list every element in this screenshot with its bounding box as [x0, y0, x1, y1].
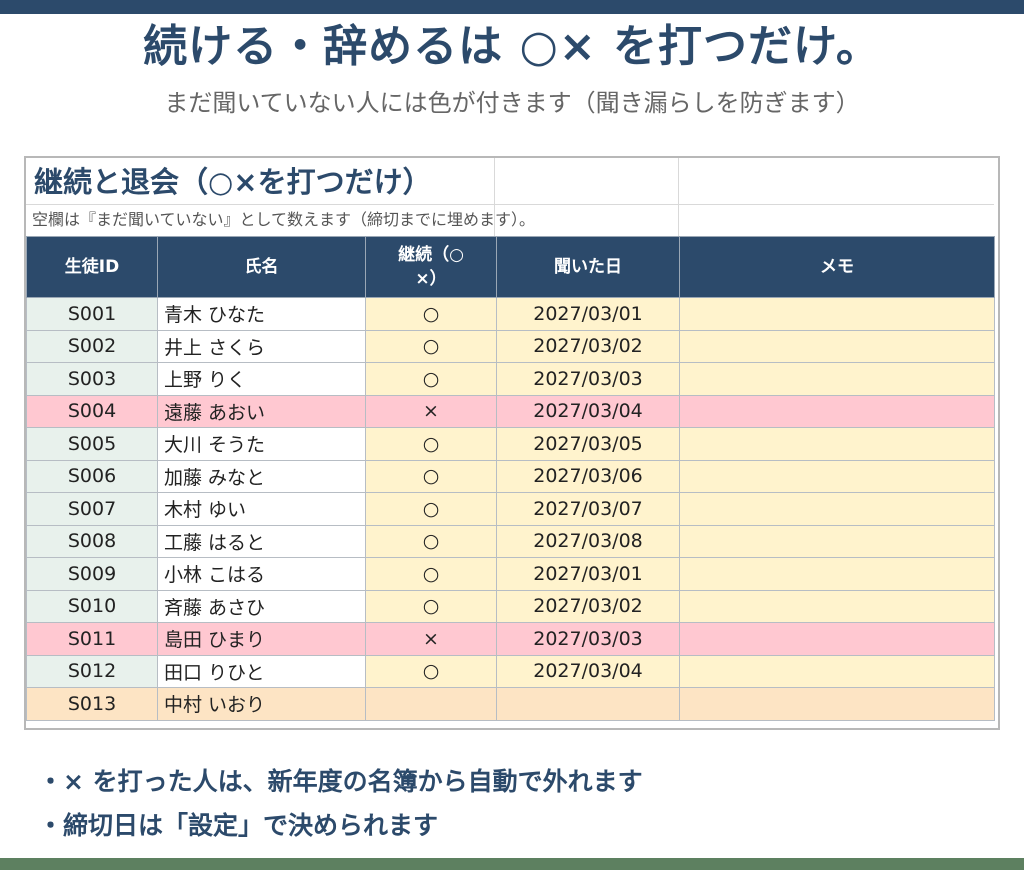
- student-id-cell[interactable]: S007: [26, 492, 158, 526]
- continue-mark-cell[interactable]: ○: [365, 557, 497, 591]
- continue-mark-cell[interactable]: ○: [365, 654, 497, 688]
- memo-cell[interactable]: [679, 622, 995, 656]
- heard-date-cell[interactable]: 2027/03/03: [496, 362, 680, 396]
- table-row: S010 斉藤 あさひ ○ 2027/03/02: [26, 589, 995, 623]
- heard-date-cell[interactable]: [496, 687, 680, 721]
- memo-cell[interactable]: [679, 362, 995, 396]
- student-id-cell[interactable]: S012: [26, 654, 158, 688]
- student-id-cell[interactable]: S011: [26, 622, 158, 656]
- name-cell[interactable]: 小林 こはる: [157, 557, 366, 591]
- name-cell[interactable]: 遠藤 あおい: [157, 394, 366, 428]
- name-cell[interactable]: 島田 ひまり: [157, 622, 366, 656]
- heard-date-cell[interactable]: 2027/03/01: [496, 297, 680, 331]
- heard-date-cell[interactable]: 2027/03/07: [496, 492, 680, 526]
- header-memo[interactable]: メモ: [679, 236, 995, 298]
- spreadsheet-panel: 継続と退会（○×を打つだけ） 空欄は『まだ聞いていない』として数えます（締切まで…: [24, 156, 1000, 730]
- heard-date-cell[interactable]: 2027/03/05: [496, 427, 680, 461]
- memo-cell[interactable]: [679, 492, 995, 526]
- roster-table: 生徒ID 氏名 継続（○ ×） 聞いた日 メモ S001 青木 ひなた ○ 20…: [26, 236, 995, 721]
- table-row: S007 木村 ゆい ○ 2027/03/07: [26, 492, 995, 526]
- header-date[interactable]: 聞いた日: [496, 236, 680, 298]
- memo-cell[interactable]: [679, 297, 995, 331]
- heard-date-cell[interactable]: 2027/03/06: [496, 459, 680, 493]
- continue-mark-cell[interactable]: ×: [365, 622, 497, 656]
- bullet-item: ・締切日は「設定」で決められます: [38, 811, 439, 840]
- header-row: 生徒ID 氏名 継続（○ ×） 聞いた日 メモ: [26, 236, 995, 298]
- continue-mark-cell[interactable]: [365, 687, 497, 721]
- heard-date-cell[interactable]: 2027/03/03: [496, 622, 680, 656]
- name-cell[interactable]: 大川 そうた: [157, 427, 366, 461]
- table-row-pending: S013 中村 いおり: [26, 687, 995, 721]
- table-row: S006 加藤 みなと ○ 2027/03/06: [26, 459, 995, 493]
- table-row: S009 小林 こはる ○ 2027/03/01: [26, 557, 995, 591]
- continue-mark-cell[interactable]: ×: [365, 394, 497, 428]
- name-cell[interactable]: 田口 りひと: [157, 654, 366, 688]
- memo-cell[interactable]: [679, 459, 995, 493]
- student-id-cell[interactable]: S001: [26, 297, 158, 331]
- sheet-note[interactable]: 空欄は『まだ聞いていない』として数えます（締切までに埋めます）。: [28, 206, 682, 234]
- header-continue[interactable]: 継続（○ ×）: [365, 236, 497, 298]
- name-cell[interactable]: 加藤 みなと: [157, 459, 366, 493]
- bullet-item: ・× を打った人は、新年度の名簿から自動で外れます: [38, 767, 643, 796]
- memo-cell[interactable]: [679, 557, 995, 591]
- student-id-cell[interactable]: S005: [26, 427, 158, 461]
- header-continue-line2: ×）: [415, 269, 447, 289]
- name-cell[interactable]: 中村 いおり: [157, 687, 366, 721]
- memo-cell[interactable]: [679, 654, 995, 688]
- name-cell[interactable]: 井上 さくら: [157, 329, 366, 363]
- heard-date-cell[interactable]: 2027/03/02: [496, 329, 680, 363]
- header-continue-line1: 継続（○: [398, 245, 464, 265]
- student-id-cell[interactable]: S013: [26, 687, 158, 721]
- name-cell[interactable]: 斉藤 あさひ: [157, 589, 366, 623]
- continue-mark-cell[interactable]: ○: [365, 297, 497, 331]
- student-id-cell[interactable]: S010: [26, 589, 158, 623]
- student-id-cell[interactable]: S004: [26, 394, 158, 428]
- heard-date-cell[interactable]: 2027/03/02: [496, 589, 680, 623]
- continue-mark-cell[interactable]: ○: [365, 329, 497, 363]
- name-cell[interactable]: 上野 りく: [157, 362, 366, 396]
- continue-mark-cell[interactable]: ○: [365, 492, 497, 526]
- bullet-list: ・× を打った人は、新年度の名簿から自動で外れます ・締切日は「設定」で決められ…: [38, 760, 978, 848]
- memo-cell[interactable]: [679, 687, 995, 721]
- student-id-cell[interactable]: S006: [26, 459, 158, 493]
- name-cell[interactable]: 青木 ひなた: [157, 297, 366, 331]
- continue-mark-cell[interactable]: ○: [365, 427, 497, 461]
- continue-mark-cell[interactable]: ○: [365, 524, 497, 558]
- slide-subtitle: まだ聞いていない人には色が付きます（聞き漏らしを防ぎます）: [164, 89, 860, 117]
- slide-title: 続ける・辞めるは ○× を打つだけ。: [143, 21, 881, 72]
- heard-date-cell[interactable]: 2027/03/01: [496, 557, 680, 591]
- continue-mark-cell[interactable]: ○: [365, 362, 497, 396]
- bottom-accent-band: [0, 858, 1024, 870]
- continue-mark-cell[interactable]: ○: [365, 459, 497, 493]
- heard-date-cell[interactable]: 2027/03/04: [496, 654, 680, 688]
- table-row: S001 青木 ひなた ○ 2027/03/01: [26, 297, 995, 331]
- table-row: S008 工藤 はると ○ 2027/03/08: [26, 524, 995, 558]
- student-id-cell[interactable]: S009: [26, 557, 158, 591]
- table-row-declined: S004 遠藤 あおい × 2027/03/04: [26, 394, 995, 428]
- student-id-cell[interactable]: S002: [26, 329, 158, 363]
- memo-cell[interactable]: [679, 394, 995, 428]
- table-row: S012 田口 りひと ○ 2027/03/04: [26, 654, 995, 688]
- memo-cell[interactable]: [679, 427, 995, 461]
- name-cell[interactable]: 木村 ゆい: [157, 492, 366, 526]
- sheet-title[interactable]: 継続と退会（○×を打つだけ）: [28, 160, 494, 204]
- table-row: S005 大川 そうた ○ 2027/03/05: [26, 427, 995, 461]
- memo-cell[interactable]: [679, 589, 995, 623]
- sheet-gridline: [26, 204, 994, 205]
- continue-mark-cell[interactable]: ○: [365, 589, 497, 623]
- table-row-declined: S011 島田 ひまり × 2027/03/03: [26, 622, 995, 656]
- name-cell[interactable]: 工藤 はると: [157, 524, 366, 558]
- heard-date-cell[interactable]: 2027/03/04: [496, 394, 680, 428]
- header-student-id[interactable]: 生徒ID: [26, 236, 158, 298]
- memo-cell[interactable]: [679, 329, 995, 363]
- header-name[interactable]: 氏名: [157, 236, 366, 298]
- student-id-cell[interactable]: S008: [26, 524, 158, 558]
- heard-date-cell[interactable]: 2027/03/08: [496, 524, 680, 558]
- table-row: S002 井上 さくら ○ 2027/03/02: [26, 329, 995, 363]
- memo-cell[interactable]: [679, 524, 995, 558]
- table-row: S003 上野 りく ○ 2027/03/03: [26, 362, 995, 396]
- student-id-cell[interactable]: S003: [26, 362, 158, 396]
